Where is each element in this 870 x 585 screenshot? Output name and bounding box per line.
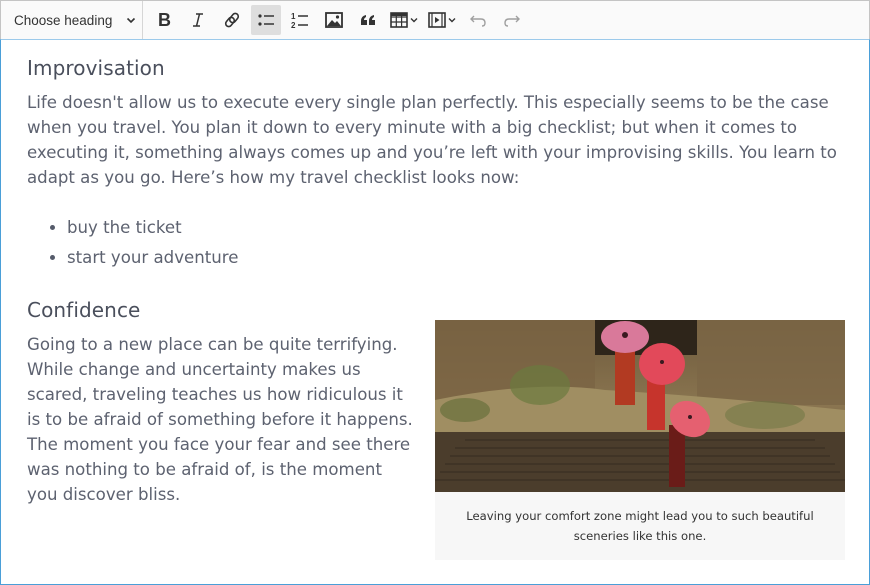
link-button[interactable] (217, 5, 247, 35)
bold-icon: B (154, 10, 174, 30)
italic-button[interactable] (183, 5, 213, 35)
insert-table-button[interactable] (387, 5, 421, 35)
svg-text:1: 1 (291, 12, 296, 21)
insert-image-button[interactable] (319, 5, 349, 35)
heading-dropdown[interactable]: Choose heading (1, 1, 143, 39)
chevron-down-icon (409, 15, 419, 25)
paragraph-improvisation: Life doesn't allow us to execute every s… (27, 93, 837, 187)
redo-button[interactable] (497, 5, 527, 35)
redo-icon (502, 10, 522, 30)
monks-umbrellas-photo[interactable] (435, 320, 845, 492)
image-icon (324, 10, 344, 30)
media-icon (427, 10, 447, 30)
svg-text:2: 2 (291, 21, 296, 30)
editor-toolbar: Choose heading B 12 (0, 0, 870, 40)
quote-icon (358, 10, 378, 30)
numbered-list-icon: 12 (290, 10, 310, 30)
image-figure[interactable]: Leaving your comfort zone might lead you… (435, 320, 845, 560)
image-caption[interactable]: Leaving your comfort zone might lead you… (435, 492, 845, 560)
link-icon (222, 10, 242, 30)
block-quote-button[interactable] (353, 5, 383, 35)
chevron-down-icon (447, 15, 457, 25)
heading-confidence: Confidence (27, 298, 141, 322)
undo-button[interactable] (463, 5, 493, 35)
checklist: buy the ticket start your adventure (27, 213, 238, 273)
numbered-list-button[interactable]: 12 (285, 5, 315, 35)
editor-content-area[interactable]: Improvisation Life doesn't allow us to e… (0, 39, 870, 585)
table-icon (389, 10, 409, 30)
heading-improvisation: Improvisation (27, 56, 165, 80)
list-item: start your adventure (67, 243, 238, 273)
bold-button[interactable]: B (149, 5, 179, 35)
bulleted-list-icon (256, 10, 276, 30)
heading-dropdown-label: Choose heading (14, 12, 113, 28)
svg-text:B: B (158, 10, 171, 30)
undo-icon (468, 10, 488, 30)
italic-icon (188, 10, 208, 30)
insert-media-button[interactable] (425, 5, 459, 35)
bulleted-list-button[interactable] (251, 5, 281, 35)
list-item: buy the ticket (67, 213, 238, 243)
chevron-down-icon (124, 13, 138, 27)
paragraph-confidence: Going to a new place can be quite terrif… (27, 335, 413, 504)
